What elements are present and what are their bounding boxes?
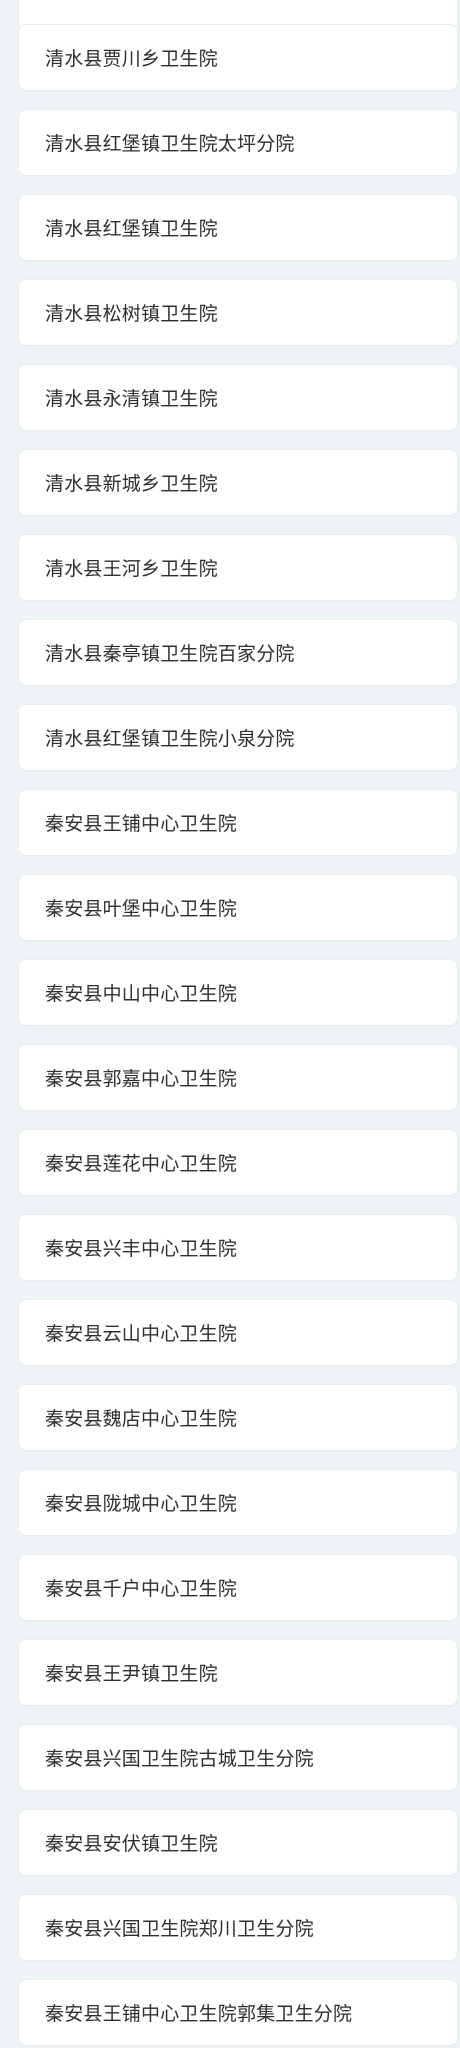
hospital-list-item[interactable]: 秦安县云山中心卫生院: [18, 1299, 458, 1366]
hospital-list-item[interactable]: 清水县新城乡卫生院: [18, 449, 458, 516]
hospital-name: 清水县王河乡卫生院: [45, 558, 218, 580]
hospital-list: 清水县贾川乡卫生院 清水县红堡镇卫生院太坪分院 清水县红堡镇卫生院 清水县松树镇…: [0, 0, 460, 2048]
hospital-name: 秦安县王尹镇卫生院: [45, 1663, 218, 1685]
hospital-name: 秦安县兴国卫生院郑川卫生分院: [45, 1918, 314, 1940]
hospital-list-item[interactable]: 秦安县陇城中心卫生院: [18, 1469, 458, 1536]
hospital-name: 秦安县叶堡中心卫生院: [45, 898, 238, 920]
hospital-list-item[interactable]: 秦安县魏店中心卫生院: [18, 1384, 458, 1451]
hospital-list-item[interactable]: 秦安县王铺中心卫生院郭集卫生分院: [18, 1979, 458, 2046]
hospital-list-item[interactable]: 秦安县安伏镇卫生院: [18, 1809, 458, 1876]
hospital-name: 秦安县中山中心卫生院: [45, 983, 238, 1005]
hospital-name: 清水县永清镇卫生院: [45, 388, 218, 410]
hospital-name: 秦安县魏店中心卫生院: [45, 1408, 238, 1430]
hospital-list-item[interactable]: 秦安县王铺中心卫生院: [18, 789, 458, 856]
hospital-list-item[interactable]: 秦安县叶堡中心卫生院: [18, 874, 458, 941]
hospital-list-item[interactable]: 秦安县郭嘉中心卫生院: [18, 1044, 458, 1111]
hospital-list-item[interactable]: 清水县王河乡卫生院: [18, 534, 458, 601]
hospital-list-item[interactable]: 清水县红堡镇卫生院太坪分院: [18, 109, 458, 176]
hospital-name: 秦安县莲花中心卫生院: [45, 1153, 238, 1175]
hospital-name: 秦安县云山中心卫生院: [45, 1323, 238, 1345]
hospital-name: 秦安县兴国卫生院古城卫生分院: [45, 1748, 314, 1770]
hospital-name: 秦安县兴丰中心卫生院: [45, 1238, 238, 1260]
hospital-name: 清水县松树镇卫生院: [45, 303, 218, 325]
hospital-list-item[interactable]: 秦安县中山中心卫生院: [18, 959, 458, 1026]
hospital-name: 秦安县郭嘉中心卫生院: [45, 1068, 238, 1090]
hospital-list-item[interactable]: 清水县松树镇卫生院: [18, 279, 458, 346]
hospital-name: 清水县贾川乡卫生院: [45, 48, 218, 70]
hospital-name: 清水县红堡镇卫生院: [45, 218, 218, 240]
hospital-name: 清水县红堡镇卫生院太坪分院: [45, 133, 295, 155]
hospital-list-item[interactable]: 秦安县兴国卫生院郑川卫生分院: [18, 1894, 458, 1961]
hospital-list-item[interactable]: 清水县贾川乡卫生院: [18, 24, 458, 91]
hospital-name: 秦安县王铺中心卫生院郭集卫生分院: [45, 2003, 353, 2025]
hospital-list-item[interactable]: 清水县红堡镇卫生院小泉分院: [18, 704, 458, 771]
hospital-name: 秦安县陇城中心卫生院: [45, 1493, 238, 1515]
hospital-list-item[interactable]: 秦安县兴丰中心卫生院: [18, 1214, 458, 1281]
hospital-list-item[interactable]: 秦安县王尹镇卫生院: [18, 1639, 458, 1706]
hospital-list-item[interactable]: 秦安县兴国卫生院古城卫生分院: [18, 1724, 458, 1791]
hospital-name: 清水县秦亭镇卫生院百家分院: [45, 643, 295, 665]
hospital-name: 清水县红堡镇卫生院小泉分院: [45, 728, 295, 750]
hospital-name: 清水县新城乡卫生院: [45, 473, 218, 495]
hospital-list-item[interactable]: 清水县红堡镇卫生院: [18, 194, 458, 261]
hospital-name: 秦安县千户中心卫生院: [45, 1578, 238, 1600]
hospital-list-item[interactable]: 清水县秦亭镇卫生院百家分院: [18, 619, 458, 686]
hospital-list-item[interactable]: 秦安县千户中心卫生院: [18, 1554, 458, 1621]
hospital-name: 秦安县安伏镇卫生院: [45, 1833, 218, 1855]
hospital-list-item[interactable]: 秦安县莲花中心卫生院: [18, 1129, 458, 1196]
hospital-list-item[interactable]: 清水县永清镇卫生院: [18, 364, 458, 431]
hospital-name: 秦安县王铺中心卫生院: [45, 813, 238, 835]
